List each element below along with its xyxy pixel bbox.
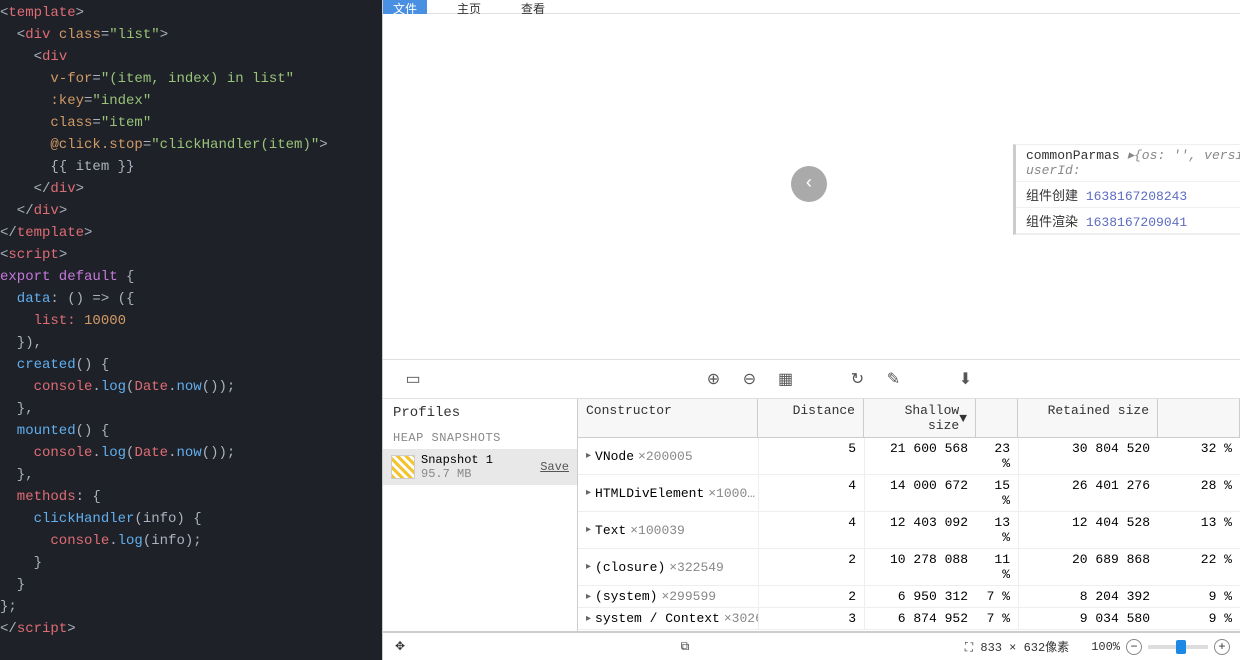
console-label: 组件创建	[1026, 189, 1086, 204]
table-row[interactable]: ▸Text ×100039412 403 09213 %12 404 52813…	[578, 512, 1240, 549]
expand-icon[interactable]: ▸	[586, 450, 591, 462]
console-key: commonParmas	[1026, 148, 1120, 163]
edit-icon[interactable]: ✎	[884, 369, 904, 389]
dimensions: 833 × 632像素	[980, 641, 1069, 655]
col-constructor[interactable]: Constructor	[578, 399, 758, 437]
snapshot-thumb-icon	[391, 455, 415, 479]
table-row[interactable]: ▸VNode ×200005521 600 56823 %30 804 5203…	[578, 438, 1240, 475]
console-output: commonParmas ▸{os: '', version: '', user…	[1013, 144, 1240, 235]
expand-icon[interactable]: ▸	[586, 561, 591, 573]
code-editor: <template> <div class="list"> <div v-for…	[0, 0, 382, 660]
preview-area: ‹ commonParmas ▸{os: '', version: '', us…	[383, 14, 1240, 359]
expand-icon[interactable]: ▸	[586, 487, 591, 499]
zoom-in-icon[interactable]: ⊕	[704, 369, 724, 389]
expand-icon[interactable]: ▸	[586, 591, 591, 603]
table-row[interactable]: ▸(closure) ×322549210 278 08811 %20 689 …	[578, 549, 1240, 586]
reload-icon[interactable]: ↻	[848, 369, 868, 389]
dimension-icon: ⛶	[965, 641, 973, 655]
crop-icon[interactable]: ⧉	[681, 640, 690, 654]
timestamp: 1638167209041	[1086, 215, 1187, 230]
devtools-pane: 文件 主页 查看 — ☐ ✕ ‹ commonParmas ▸{os: '', …	[382, 0, 1240, 660]
snapshot-name: Snapshot 1	[421, 453, 534, 467]
zoom-in-button[interactable]: +	[1214, 639, 1230, 655]
timestamp: 1638167208243	[1086, 189, 1187, 204]
download-icon[interactable]: ⬇	[956, 369, 976, 389]
col-retained[interactable]: Retained size	[1018, 399, 1158, 437]
status-bar: ✥ ⧉ ⛶ 833 × 632像素 100% − +	[383, 632, 1240, 660]
profiles-sidebar: Profiles HEAP SNAPSHOTS Snapshot 1 95.7 …	[383, 399, 578, 631]
move-icon[interactable]: ✥	[383, 639, 417, 654]
sort-desc-icon: ▼	[959, 411, 967, 426]
table-row[interactable]: ▸HTMLDivElement ×1000…414 000 67215 %26 …	[578, 475, 1240, 512]
table-row[interactable]: ▸system / Context ×30265936 874 9527 %9 …	[578, 608, 1240, 630]
profiles-section: HEAP SNAPSHOTS	[383, 427, 577, 449]
zoom-out-button[interactable]: −	[1126, 639, 1142, 655]
table-header: Constructor Distance Shallow size▼ Retai…	[578, 399, 1240, 438]
save-link[interactable]: Save	[540, 460, 569, 474]
console-label: 组件渲染	[1026, 215, 1086, 230]
zoom-slider[interactable]	[1148, 645, 1208, 649]
col-shallow[interactable]: Shallow size▼	[864, 399, 976, 437]
device-icon[interactable]: ▭	[403, 369, 423, 389]
snapshot-size: 95.7 MB	[421, 467, 534, 481]
nav-prev-button[interactable]: ‹	[791, 166, 827, 202]
expand-icon[interactable]: ▸	[586, 524, 591, 536]
zoom-level: 100%	[1091, 640, 1120, 654]
snapshot-item[interactable]: Snapshot 1 95.7 MB Save	[383, 449, 577, 485]
memory-panel: Profiles HEAP SNAPSHOTS Snapshot 1 95.7 …	[383, 399, 1240, 632]
table-row[interactable]: ▸(system) ×29959926 950 3127 %8 204 3929…	[578, 586, 1240, 608]
zoom-out-icon[interactable]: ⊖	[740, 369, 760, 389]
profiles-header: Profiles	[383, 399, 577, 427]
col-distance[interactable]: Distance	[758, 399, 864, 437]
heap-table: Constructor Distance Shallow size▼ Retai…	[578, 399, 1240, 631]
expand-icon[interactable]: ▸	[586, 613, 591, 625]
slider-thumb[interactable]	[1176, 640, 1186, 654]
grid-icon[interactable]: ▦	[776, 369, 796, 389]
app-tabs: 文件 主页 查看	[383, 0, 1240, 14]
preview-toolbar: ▭ ⊕ ⊖ ▦ ↻ ✎ ⬇	[383, 359, 1240, 399]
